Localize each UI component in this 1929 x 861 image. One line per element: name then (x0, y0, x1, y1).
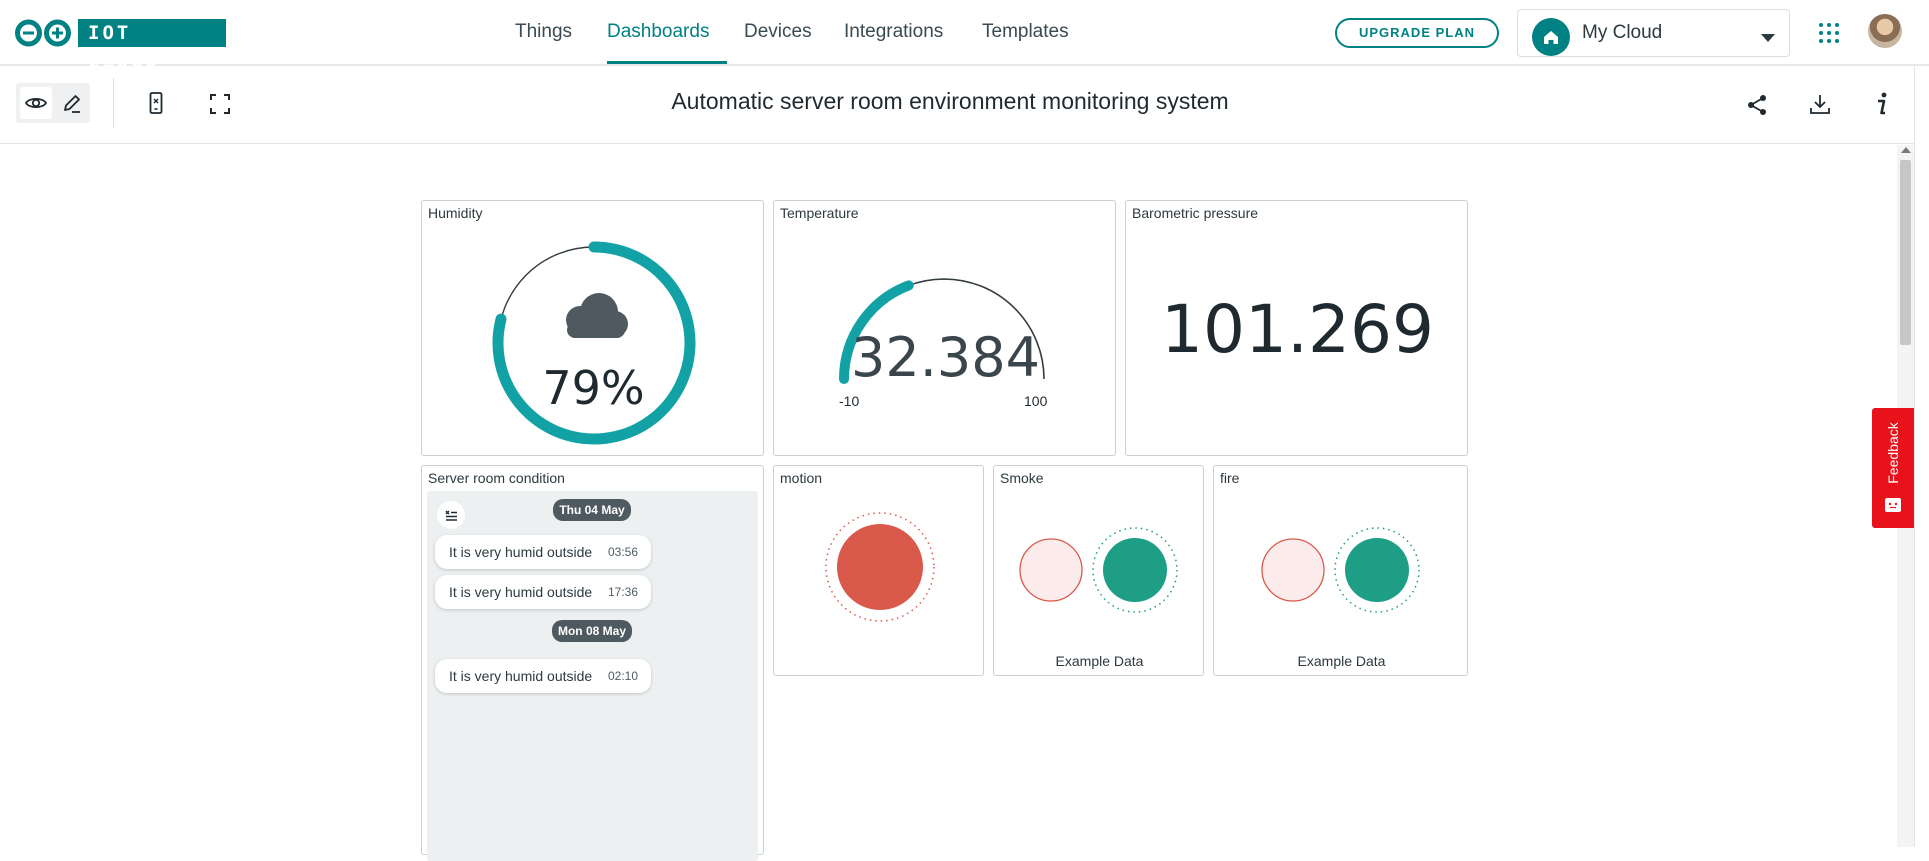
pressure-value: 101.269 (1161, 291, 1434, 368)
temperature-max: 100 (1024, 393, 1048, 409)
motion-widget[interactable]: motion (773, 465, 984, 676)
widget-title: Temperature (780, 205, 859, 221)
eye-icon (24, 97, 48, 109)
arduino-logo-icon[interactable] (14, 19, 72, 52)
fullscreen-icon[interactable] (208, 92, 232, 121)
temperature-widget[interactable]: Temperature 32.384 -10 100 (773, 200, 1116, 456)
widget-title: Humidity (428, 205, 483, 221)
messenger-widget[interactable]: Server room condition Thu 04 May It is v… (421, 465, 764, 861)
tab-dashboards[interactable]: Dashboards (607, 0, 727, 64)
top-navigation-bar: IOT CLOUD Things Dashboards Devices Inte… (0, 0, 1929, 72)
message-bubble: It is very humid outside 02:10 (435, 659, 651, 693)
message-time: 17:36 (608, 585, 639, 599)
dashboard-title: Automatic server room environment monito… (671, 88, 1229, 114)
clear-messages-icon[interactable] (437, 501, 465, 529)
message-text: It is very humid outside (449, 668, 593, 684)
temperature-min: -10 (839, 393, 860, 409)
space-name: My Cloud (1582, 22, 1663, 43)
right-edge-strip (1914, 66, 1929, 847)
upgrade-plan-button[interactable]: UPGRADE PLAN (1335, 18, 1499, 48)
dashboard-toolbar: Automatic server room environment monito… (0, 66, 1914, 144)
temperature-value: 32.384 (851, 326, 1040, 389)
widget-caption: Example Data (1297, 653, 1386, 669)
toolbar-divider (113, 78, 114, 128)
info-icon[interactable] (1872, 91, 1892, 122)
tab-integrations[interactable]: Integrations (844, 0, 943, 64)
message-feed[interactable]: Thu 04 May It is very humid outside 03:5… (427, 491, 758, 861)
smoke-switch[interactable] (1019, 526, 1189, 616)
feedback-face-icon (1885, 498, 1901, 512)
home-icon (1532, 18, 1570, 56)
humidity-gauge (492, 241, 696, 445)
widget-title: Barometric pressure (1132, 205, 1259, 221)
widget-caption: Example Data (1055, 653, 1144, 669)
tab-things[interactable]: Things (515, 0, 572, 64)
chevron-down-icon (1761, 29, 1775, 47)
view-edit-toggle (16, 83, 90, 123)
edit-mode-button[interactable] (56, 87, 88, 119)
widget-title: Smoke (1000, 470, 1044, 486)
fire-widget[interactable]: fire Example Data (1213, 465, 1468, 676)
smoke-widget[interactable]: Smoke Example Data (993, 465, 1204, 676)
apps-grid-icon[interactable] (1818, 22, 1840, 49)
message-bubble: It is very humid outside 03:56 (435, 535, 651, 569)
message-bubble: It is very humid outside 17:36 (435, 575, 651, 609)
user-avatar[interactable] (1868, 14, 1902, 48)
fire-switch[interactable] (1261, 526, 1431, 616)
widget-title: motion (780, 470, 823, 486)
scrollbar-thumb[interactable] (1900, 160, 1911, 345)
pencil-icon (64, 95, 80, 113)
tab-templates[interactable]: Templates (982, 0, 1069, 64)
iot-cloud-logo[interactable]: IOT CLOUD (78, 19, 226, 72)
space-selector-dropdown[interactable]: My Cloud (1517, 9, 1790, 57)
widget-title: Server room condition (428, 470, 565, 486)
scroll-up-arrow-icon[interactable] (1901, 147, 1911, 153)
widget-title: fire (1220, 470, 1240, 486)
share-icon[interactable] (1745, 93, 1769, 122)
mobile-view-icon[interactable] (142, 89, 170, 122)
message-text: It is very humid outside (449, 584, 593, 600)
pressure-widget[interactable]: Barometric pressure 101.269 (1125, 200, 1468, 456)
message-text: It is very humid outside (449, 544, 593, 560)
cloud-icon (566, 293, 628, 338)
message-time: 02:10 (608, 669, 639, 683)
download-icon[interactable] (1808, 92, 1832, 121)
date-divider: Mon 08 May (552, 620, 632, 642)
humidity-value: 79% (542, 361, 645, 415)
message-time: 03:56 (608, 545, 639, 559)
view-mode-button[interactable] (20, 87, 52, 119)
tab-devices[interactable]: Devices (744, 0, 812, 64)
feedback-label: Feedback (1885, 422, 1901, 484)
feedback-tab[interactable]: Feedback (1872, 408, 1914, 528)
humidity-widget[interactable]: Humidity 79% (421, 200, 764, 456)
date-divider: Thu 04 May (553, 499, 631, 521)
motion-status-led (825, 512, 935, 622)
